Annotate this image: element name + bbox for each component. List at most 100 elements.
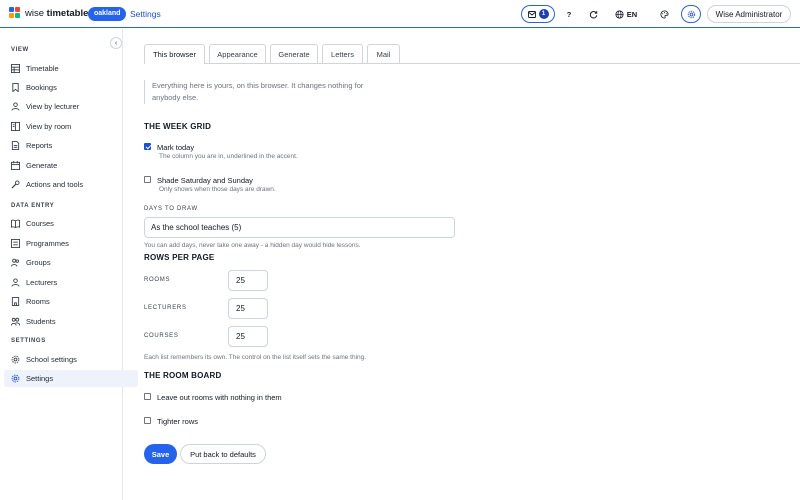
days-to-draw-label: DAYS TO DRAW — [144, 206, 198, 212]
sidebar-item-actions-and-tools[interactable]: Actions and tools — [4, 176, 138, 193]
shade-weekend-hint: Only shows when those days are drawn. — [159, 186, 276, 193]
rows-per-page-hint: Each list remembers its own. The control… — [144, 354, 367, 361]
room-icon — [11, 122, 20, 131]
school-badge[interactable]: oakland — [88, 7, 127, 21]
inbox-count-badge: 1 — [538, 9, 549, 19]
mark-today-checkbox[interactable] — [144, 143, 151, 150]
top-bar: wise timetable oakland Settings 1 ? EN W… — [0, 0, 800, 28]
shade-weekend-checkbox[interactable] — [144, 176, 151, 183]
intro-note: Everything here is yours, on this browse… — [144, 80, 384, 104]
save-button[interactable]: Save — [144, 444, 177, 464]
tab-this-browser[interactable]: This browser — [144, 44, 205, 64]
sidebar-item-label: Timetable — [26, 64, 59, 73]
tab-generate[interactable]: Generate — [270, 44, 318, 64]
lecturers-rows-input[interactable]: 25 — [228, 298, 268, 319]
leave-out-empty-rooms-label[interactable]: Leave out rooms with nothing in them — [157, 393, 282, 402]
tighter-rows-checkbox[interactable] — [144, 417, 151, 424]
sidebar-item-lecturers[interactable]: Lecturers — [4, 274, 138, 291]
chevron-left-icon: ‹ — [114, 39, 118, 47]
sidebar-section-data-entry: DATA ENTRY — [11, 203, 55, 209]
sidebar-item-timetable[interactable]: Timetable — [4, 60, 138, 77]
group-icon — [11, 258, 20, 267]
reset-defaults-button[interactable]: Put back to defaults — [180, 444, 266, 464]
sidebar-item-label: Rooms — [26, 297, 50, 306]
sidebar-item-label: Courses — [26, 219, 54, 228]
sidebar-item-label: View by lecturer — [26, 102, 80, 111]
building-icon — [11, 297, 20, 306]
theme-button[interactable] — [655, 5, 673, 23]
sidebar-section-view: VIEW — [11, 47, 29, 53]
document-icon — [11, 141, 20, 150]
sidebar-item-groups[interactable]: Groups — [4, 254, 138, 271]
sidebar-item-label: Settings — [26, 374, 54, 383]
sidebar-item-school-settings[interactable]: School settings — [4, 351, 138, 368]
rooms-rows-input[interactable]: 25 — [228, 270, 268, 291]
tab-letters[interactable]: Letters — [322, 44, 363, 64]
sidebar-item-label: View by room — [26, 122, 72, 131]
sidebar-item-students[interactable]: Students — [4, 313, 138, 330]
sidebar-item-bookings[interactable]: Bookings — [4, 79, 138, 96]
tab-mail[interactable]: Mail — [367, 44, 400, 64]
sidebar-item-programmes[interactable]: Programmes — [4, 235, 138, 252]
refresh-icon — [589, 10, 597, 18]
globe-icon — [615, 9, 624, 19]
language-button[interactable]: EN — [610, 5, 642, 23]
person-icon — [11, 278, 20, 287]
sidebar-item-view-by-room[interactable]: View by room — [4, 118, 138, 135]
rows-per-page-heading: ROWS PER PAGE — [144, 253, 215, 262]
week-grid-heading: THE WEEK GRID — [144, 122, 212, 131]
calendar-icon — [11, 161, 20, 170]
refresh-button[interactable] — [584, 5, 602, 23]
students-icon — [11, 317, 20, 326]
user-menu-button[interactable]: Wise Administrator — [707, 5, 791, 23]
breadcrumb[interactable]: Settings — [130, 9, 161, 19]
gear-icon — [11, 374, 20, 383]
sidebar-item-label: Groups — [26, 258, 51, 267]
tighter-rows-label[interactable]: Tighter rows — [157, 417, 198, 426]
list-icon — [11, 239, 20, 248]
days-to-draw-hint: You can add days, never take one away - … — [144, 242, 361, 249]
mail-icon — [527, 10, 536, 18]
sidebar-section-settings: SETTINGS — [11, 338, 46, 344]
gear-icon — [687, 10, 695, 18]
sidebar-item-rooms[interactable]: Rooms — [4, 293, 138, 310]
gear-icon — [11, 355, 20, 364]
active-tab-gap — [145, 62, 204, 65]
tab-divider — [144, 63, 800, 64]
sidebar-item-courses[interactable]: Courses — [4, 215, 138, 232]
courses-rows-input[interactable]: 25 — [228, 326, 268, 347]
palette-icon — [660, 9, 669, 19]
bookmark-icon — [11, 83, 20, 92]
help-button[interactable]: ? — [560, 5, 578, 23]
book-icon — [11, 219, 20, 228]
settings-button[interactable] — [681, 5, 701, 23]
mark-today-hint: The column you are in, underlined in the… — [159, 153, 298, 160]
grid-icon — [11, 64, 20, 73]
sidebar-item-label: Generate — [26, 161, 58, 170]
leave-out-empty-rooms-checkbox[interactable] — [144, 393, 151, 400]
sidebar-item-label: Bookings — [26, 83, 57, 92]
sidebar-item-settings[interactable]: Settings — [4, 370, 138, 387]
language-label: EN — [626, 9, 638, 19]
sidebar-item-label: Reports — [26, 141, 53, 150]
inbox-button[interactable]: 1 — [521, 5, 555, 23]
sidebar-item-generate[interactable]: Generate — [4, 157, 138, 174]
sidebar-item-reports[interactable]: Reports — [4, 137, 138, 154]
sidebar-item-label: Lecturers — [26, 278, 58, 287]
brand-name[interactable]: wise timetable — [25, 8, 88, 19]
mark-today-label[interactable]: Mark today — [157, 143, 194, 152]
sidebar-item-label: School settings — [26, 355, 77, 364]
person-icon — [11, 102, 20, 111]
room-board-heading: THE ROOM BOARD — [144, 371, 222, 380]
sidebar-item-label: Programmes — [26, 239, 69, 248]
courses-rows-label: COURSES — [144, 333, 179, 339]
rooms-rows-label: ROOMS — [144, 277, 171, 283]
collapse-sidebar-button[interactable]: ‹ — [110, 37, 122, 49]
wrench-icon — [11, 180, 20, 189]
sidebar-item-view-by-lecturer[interactable]: View by lecturer — [4, 98, 138, 115]
shade-weekend-label[interactable]: Shade Saturday and Sunday — [157, 176, 253, 185]
tab-appearance[interactable]: Appearance — [209, 44, 266, 64]
lecturers-rows-label: LECTURERS — [144, 305, 187, 311]
sidebar-item-label: Actions and tools — [26, 180, 84, 189]
days-to-draw-select[interactable]: As the school teaches (5) — [144, 217, 455, 238]
